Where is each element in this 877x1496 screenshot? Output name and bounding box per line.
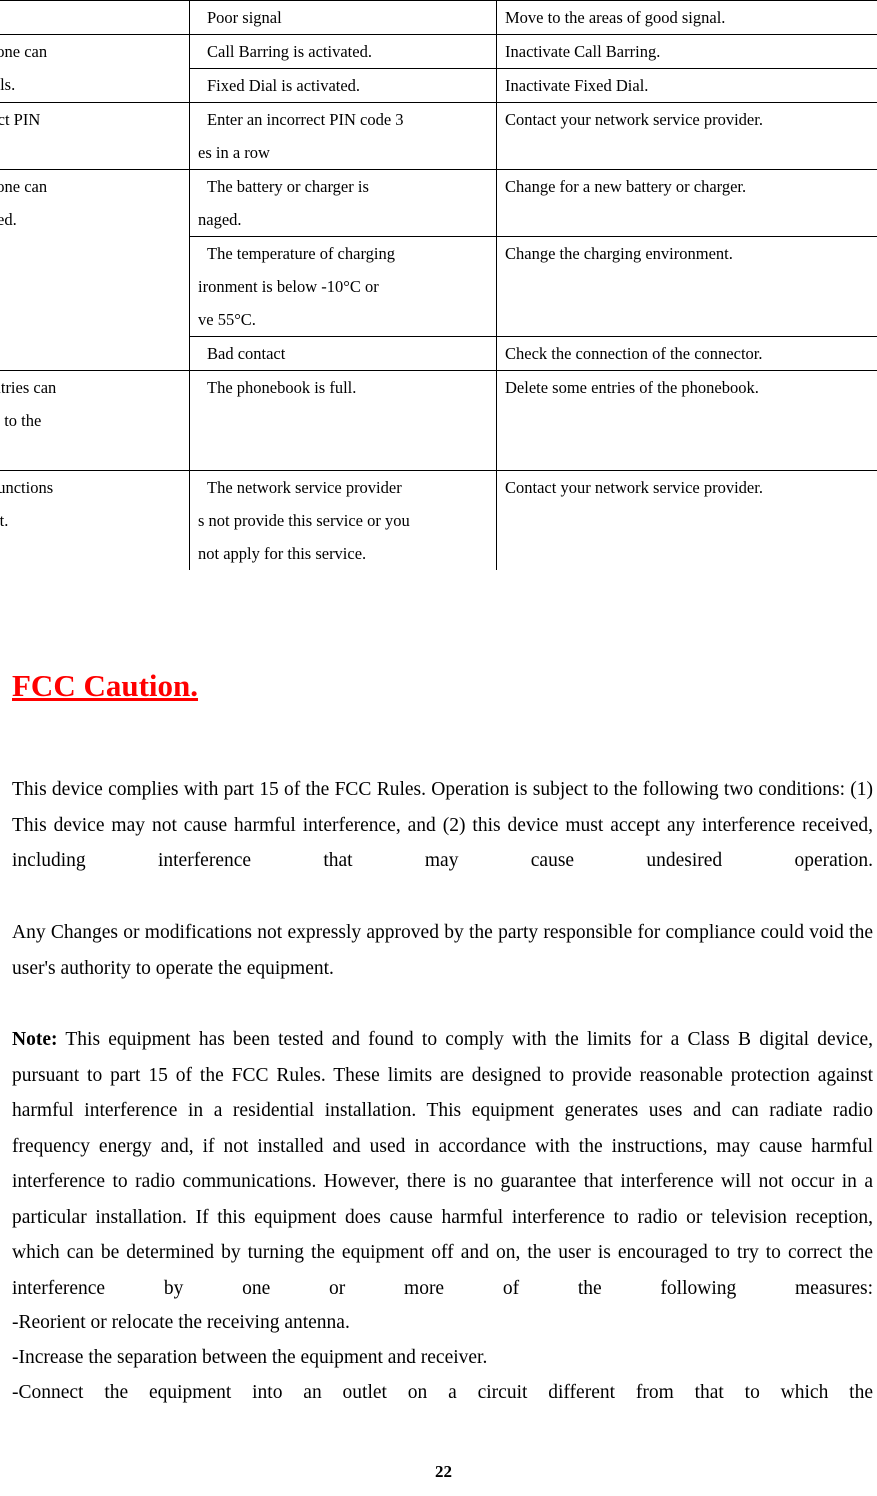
cause-line: The network service provider bbox=[207, 478, 402, 497]
cause-line: Poor signal bbox=[207, 8, 282, 27]
troubleshooting-table-container: Poor signal Move to the areas of good si… bbox=[0, 0, 877, 570]
solution-cell: Change the charging environment. bbox=[496, 236, 877, 337]
symptom-cell: Some functions not be set. bbox=[0, 470, 190, 570]
symptom-line: le bbox=[0, 136, 189, 169]
cause-cell: The temperature of charging ironment is … bbox=[189, 236, 497, 337]
symptom-cell: Incorrect PIN le bbox=[0, 102, 190, 170]
solution-cell: Contact your network service provider. bbox=[496, 102, 877, 170]
table-row: Incorrect PIN le Enter an incorrect PIN … bbox=[0, 102, 877, 170]
cause-line: Fixed Dial is activated. bbox=[207, 76, 361, 95]
note-label: Note: bbox=[12, 1029, 58, 1050]
symptom-line: The phone can bbox=[0, 177, 48, 196]
fcc-caution-heading: FCC Caution. bbox=[12, 668, 199, 703]
table-row: The phone can be charged. The battery or… bbox=[0, 169, 877, 371]
paragraph-fcc-note: Note: This equipment has been tested and… bbox=[12, 1022, 873, 1342]
symptom-line: be charged. bbox=[0, 210, 17, 229]
cause-line: Call Barring is activated. bbox=[207, 42, 372, 61]
paragraph-fcc-changes: Any Changes or modifications not express… bbox=[12, 922, 873, 979]
table-row: New entries can be added to the nebook. … bbox=[0, 370, 877, 471]
cause-cell: Call Barring is activated. bbox=[189, 34, 497, 69]
symptom-cell: The phone can be charged. bbox=[0, 169, 190, 371]
solution-cell: Check the connection of the connector. bbox=[496, 336, 877, 371]
cause-line: The temperature of charging bbox=[207, 244, 395, 263]
measure-item-outlet: -Connect the equipment into an outlet on… bbox=[12, 1382, 873, 1403]
symptom-line: Incorrect PIN bbox=[0, 110, 41, 129]
solution-cell: Change for a new battery or charger. bbox=[496, 169, 877, 237]
cause-cell: Poor signal bbox=[189, 0, 497, 35]
symptom-cell: New entries can be added to the nebook. bbox=[0, 370, 190, 471]
table-row: Some functions not be set. The network s… bbox=[0, 470, 877, 570]
cause-line: naged. bbox=[198, 210, 242, 229]
cause-cell: The battery or charger is naged. bbox=[189, 169, 497, 237]
solution-cell: Move to the areas of good signal. bbox=[496, 0, 877, 35]
symptom-line: Some functions bbox=[0, 478, 54, 497]
solution-cell: Inactivate Call Barring. bbox=[496, 34, 877, 69]
cause-line: Bad contact bbox=[207, 344, 286, 363]
cause-cell: Bad contact bbox=[189, 336, 497, 371]
symptom-line: be added to the bbox=[0, 411, 42, 430]
paragraph-fcc-compliance: This device complies with part 15 of the… bbox=[12, 779, 873, 871]
table-row: Poor signal Move to the areas of good si… bbox=[0, 0, 877, 35]
cause-line: s not provide this service or you bbox=[198, 511, 410, 530]
symptom-line: New entries can bbox=[0, 378, 57, 397]
cause-line: not apply for this service. bbox=[198, 544, 367, 563]
symptom-line: nebook. bbox=[0, 437, 189, 470]
cause-line: The phonebook is full. bbox=[207, 378, 357, 397]
measure-item-separation: -Increase the separation between the equ… bbox=[12, 1347, 488, 1368]
symptom-cell bbox=[0, 0, 190, 35]
symptom-line: make calls. bbox=[0, 75, 16, 94]
cause-cell: The phonebook is full. bbox=[189, 370, 497, 471]
cause-line: es in a row bbox=[198, 143, 270, 162]
symptom-line: not be set. bbox=[0, 511, 9, 530]
cause-cell: Fixed Dial is activated. bbox=[189, 68, 497, 103]
solution-cell: Delete some entries of the phonebook. bbox=[496, 370, 877, 471]
table-row: The phone can make calls. Call Barring i… bbox=[0, 34, 877, 103]
cause-line: ve 55°C. bbox=[198, 310, 256, 329]
solution-cell: Contact your network service provider. bbox=[496, 470, 877, 570]
cause-cell: The network service provider s not provi… bbox=[189, 470, 497, 570]
measure-item-reorient: -Reorient or relocate the receiving ante… bbox=[12, 1312, 350, 1333]
symptom-cell: The phone can make calls. bbox=[0, 34, 190, 103]
cause-line: The battery or charger is bbox=[207, 177, 369, 196]
note-body: This equipment has been tested and found… bbox=[12, 1029, 874, 1299]
cause-cell: Enter an incorrect PIN code 3 es in a ro… bbox=[189, 102, 497, 170]
cause-line: Enter an incorrect PIN code 3 bbox=[207, 110, 404, 129]
page-number: 22 bbox=[435, 1462, 452, 1481]
solution-cell: Inactivate Fixed Dial. bbox=[496, 68, 877, 103]
cause-line: ironment is below -10°C or bbox=[198, 277, 379, 296]
troubleshooting-table: Poor signal Move to the areas of good si… bbox=[0, 0, 877, 570]
symptom-line: The phone can bbox=[0, 42, 48, 61]
